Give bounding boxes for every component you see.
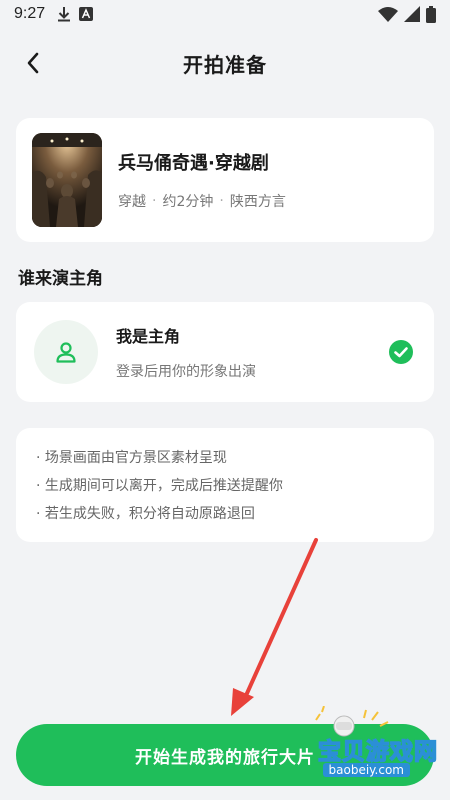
tip-item: · 生成期间可以离开，完成后推送提醒你: [36, 478, 283, 494]
person-icon: [56, 342, 76, 363]
role-title: 我是主角: [116, 327, 181, 346]
download-icon: [58, 7, 71, 22]
status-time: 9:27: [14, 5, 46, 22]
project-meta: 穿越 · 约2分钟 · 陕西方言: [118, 191, 286, 211]
meta-genre: 穿越: [118, 194, 146, 210]
page-title: 开拍准备: [183, 52, 267, 77]
tip-item: · 场景画面由官方景区素材呈现: [36, 450, 227, 466]
role-description: 登录后用你的形象出演: [116, 364, 256, 380]
page-header: 开拍准备: [0, 40, 450, 86]
notification-a-icon: [79, 7, 94, 21]
project-title: 兵马俑奇遇·穿越剧: [118, 153, 269, 174]
project-thumbnail: [32, 133, 102, 227]
back-button[interactable]: [18, 48, 48, 78]
role-option-me[interactable]: 我是主角 登录后用你的形象出演: [16, 302, 434, 402]
start-generate-button[interactable]: 开始生成我的旅行大片: [16, 724, 434, 786]
avatar: [34, 320, 98, 384]
tip-item: · 若生成失败，积分将自动原路退回: [36, 506, 255, 522]
meta-dialect: 陕西方言: [229, 194, 286, 210]
meta-separator: ·: [152, 193, 157, 209]
signal-icon: [404, 6, 420, 22]
project-card[interactable]: 兵马俑奇遇·穿越剧 穿越 · 约2分钟 · 陕西方言: [16, 118, 434, 242]
cast-section-title: 谁来演主角: [18, 269, 103, 289]
status-bar: 9:27: [0, 0, 450, 28]
meta-separator: ·: [219, 193, 224, 209]
wifi-icon: [378, 7, 398, 22]
chevron-left-icon: [27, 52, 39, 74]
battery-icon: [426, 5, 436, 23]
check-circle-icon[interactable]: [388, 339, 414, 365]
tips-card: · 场景画面由官方景区素材呈现 · 生成期间可以离开，完成后推送提醒你 · 若生…: [16, 428, 434, 542]
meta-duration: 约2分钟: [162, 194, 214, 210]
